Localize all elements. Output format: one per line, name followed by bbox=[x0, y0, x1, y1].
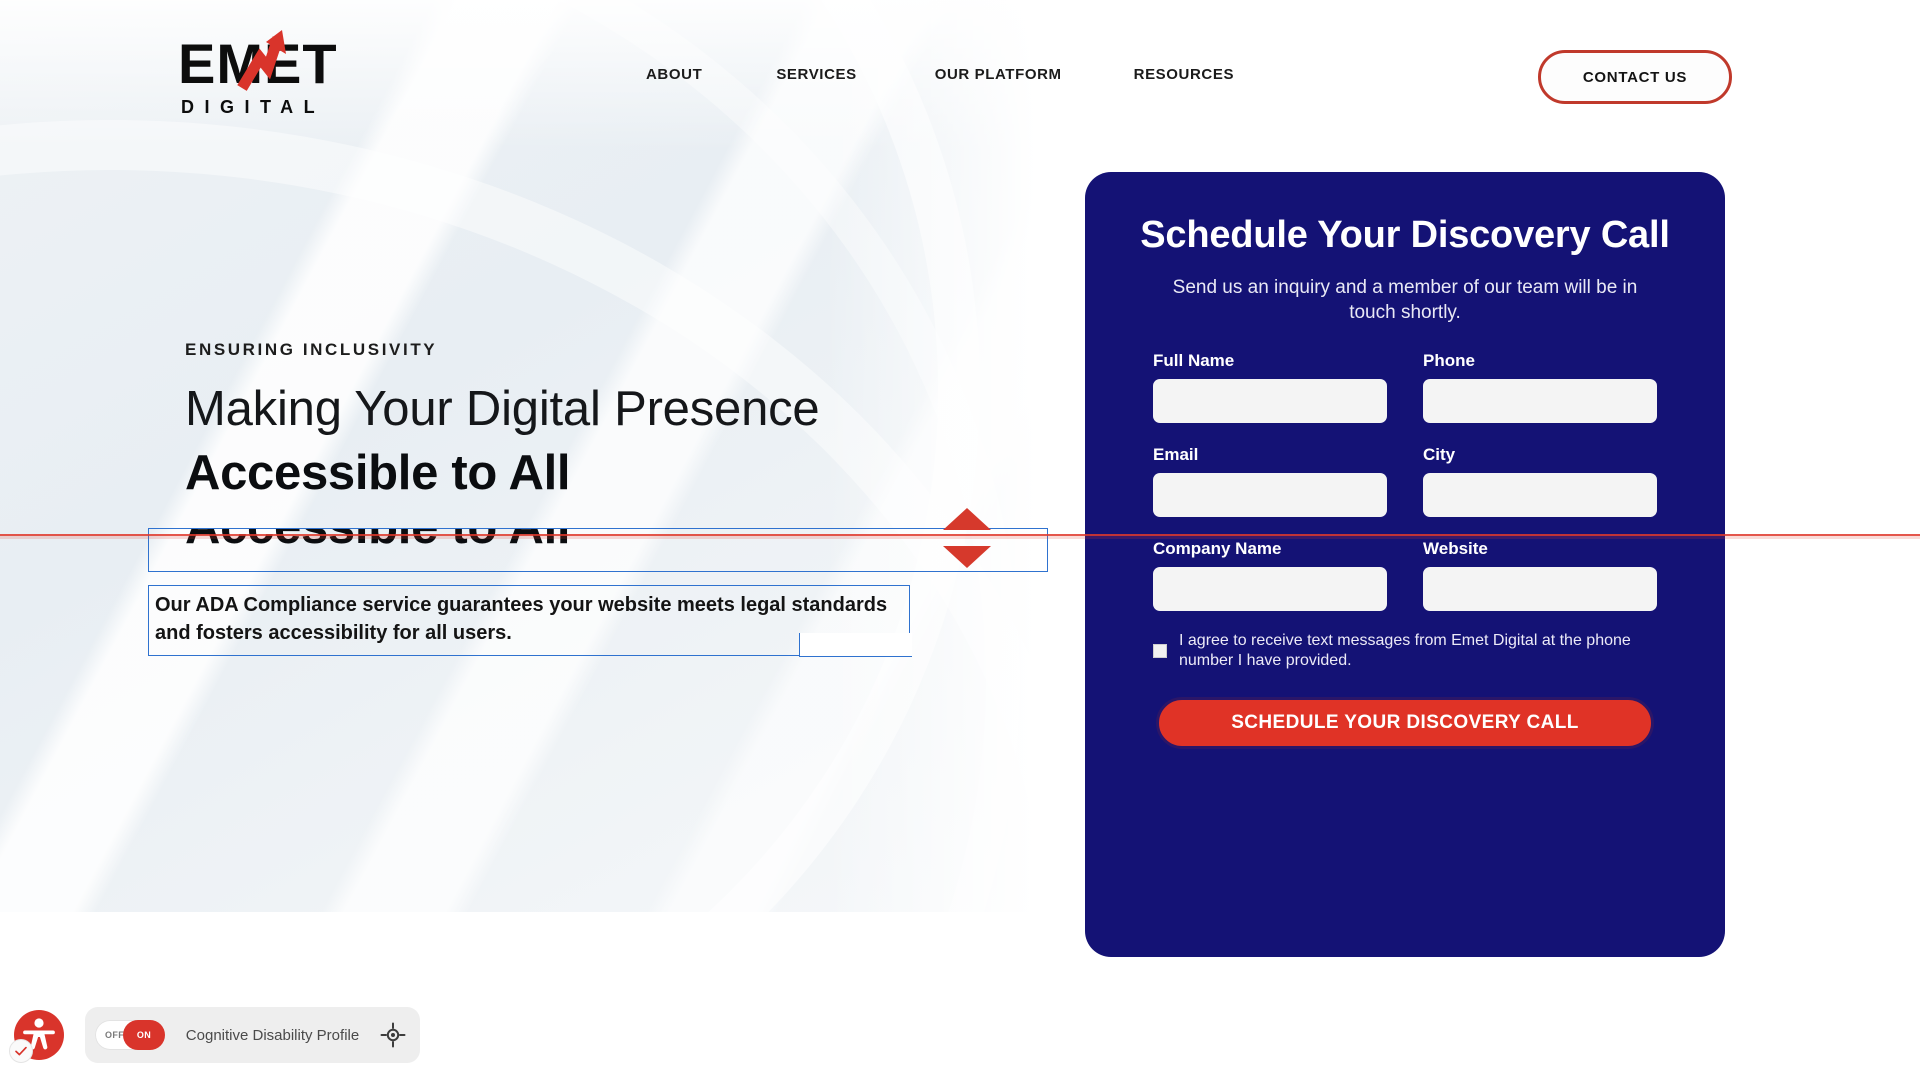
discovery-call-form-panel: Schedule Your Discovery Call Send us an … bbox=[1085, 172, 1725, 957]
toggle-on-label: ON bbox=[136, 1030, 152, 1040]
form-row-spacer bbox=[1153, 517, 1657, 539]
email-input[interactable] bbox=[1153, 473, 1387, 518]
form-fields: Full Name Phone Email City Company Name bbox=[1085, 351, 1725, 612]
hero-headline-duplicate-focus-box: Accessible to All bbox=[148, 528, 1048, 572]
form-title: Schedule Your Discovery Call bbox=[1140, 214, 1670, 256]
focus-box-tail bbox=[799, 632, 912, 657]
main-navigation: ABOUT SERVICES OUR PLATFORM RESOURCES bbox=[646, 58, 1234, 91]
logo-secondary-text: DIGITAL bbox=[181, 97, 326, 117]
website-input[interactable] bbox=[1423, 567, 1657, 612]
company-name-input[interactable] bbox=[1153, 567, 1387, 612]
hero-headline-duplicate-text: Accessible to All bbox=[185, 529, 571, 555]
crosshair-target-icon[interactable] bbox=[380, 1022, 406, 1048]
toggle-knob: ON bbox=[123, 1020, 165, 1050]
cognitive-profile-label: Cognitive Disability Profile bbox=[185, 1026, 360, 1044]
label-full-name: Full Name bbox=[1153, 351, 1235, 371]
field-group-city: City bbox=[1423, 445, 1657, 518]
hero-content: ENSURING INCLUSIVITY Making Your Digital… bbox=[185, 340, 1045, 500]
field-group-website: Website bbox=[1423, 539, 1657, 612]
field-group-full-name: Full Name bbox=[1153, 351, 1387, 424]
form-row-email-city: Email City bbox=[1153, 445, 1657, 518]
consent-text: I agree to receive text messages from Em… bbox=[1179, 632, 1631, 670]
label-phone: Phone bbox=[1423, 351, 1475, 371]
hero-headline-bold: Accessible to All bbox=[185, 445, 571, 500]
label-email: Email bbox=[1153, 445, 1199, 465]
field-group-company-name: Company Name bbox=[1153, 539, 1387, 612]
nav-item-our-platform[interactable]: OUR PLATFORM bbox=[935, 58, 1062, 91]
consent-checkbox[interactable] bbox=[1153, 644, 1167, 659]
logo-wordmark: EMET bbox=[178, 30, 393, 92]
nav-item-services[interactable]: SERVICES bbox=[776, 58, 856, 91]
nav-item-resources[interactable]: RESOURCES bbox=[1134, 58, 1234, 91]
hero-eyebrow: ENSURING INCLUSIVITY bbox=[185, 340, 438, 359]
form-row-spacer bbox=[1153, 423, 1657, 445]
form-row-name-phone: Full Name Phone bbox=[1153, 351, 1657, 424]
form-subtitle: Send us an inquiry and a member of our t… bbox=[1172, 276, 1638, 323]
phone-input[interactable] bbox=[1423, 379, 1657, 424]
label-city: City bbox=[1423, 445, 1456, 465]
check-circle-icon bbox=[9, 1039, 33, 1063]
submit-discovery-call-button[interactable]: SCHEDULE YOUR DISCOVERY CALL bbox=[1156, 697, 1654, 750]
accessibility-profile-bar: OFF ON Cognitive Disability Profile bbox=[85, 1007, 420, 1063]
toggle-off-label: OFF bbox=[105, 1030, 125, 1040]
field-group-phone: Phone bbox=[1423, 351, 1657, 424]
hero-paragraph-focus-box: Our ADA Compliance service guarantees yo… bbox=[148, 585, 912, 657]
label-website: Website bbox=[1423, 539, 1488, 559]
logo-primary-text: EMET bbox=[178, 32, 338, 95]
cognitive-profile-toggle[interactable]: OFF ON bbox=[95, 1020, 165, 1050]
city-input[interactable] bbox=[1423, 473, 1657, 518]
hero-headline-light: Making Your Digital Presence bbox=[185, 382, 820, 436]
form-row-company-website: Company Name Website bbox=[1153, 539, 1657, 612]
site-header: EMET DIGITAL ABOUT SERVICES OUR PLATFORM… bbox=[0, 0, 1920, 148]
full-name-input[interactable] bbox=[1153, 379, 1387, 424]
nav-item-about[interactable]: ABOUT bbox=[646, 58, 702, 91]
label-company-name: Company Name bbox=[1153, 539, 1282, 559]
accessibility-widget-launcher[interactable] bbox=[9, 1010, 64, 1063]
consent-row: I agree to receive text messages from Em… bbox=[1085, 631, 1725, 671]
contact-us-button[interactable]: CONTACT US bbox=[1538, 50, 1732, 104]
site-logo[interactable]: EMET DIGITAL bbox=[178, 30, 393, 118]
field-group-email: Email bbox=[1153, 445, 1387, 518]
hero-paragraph: Our ADA Compliance service guarantees yo… bbox=[155, 594, 888, 644]
